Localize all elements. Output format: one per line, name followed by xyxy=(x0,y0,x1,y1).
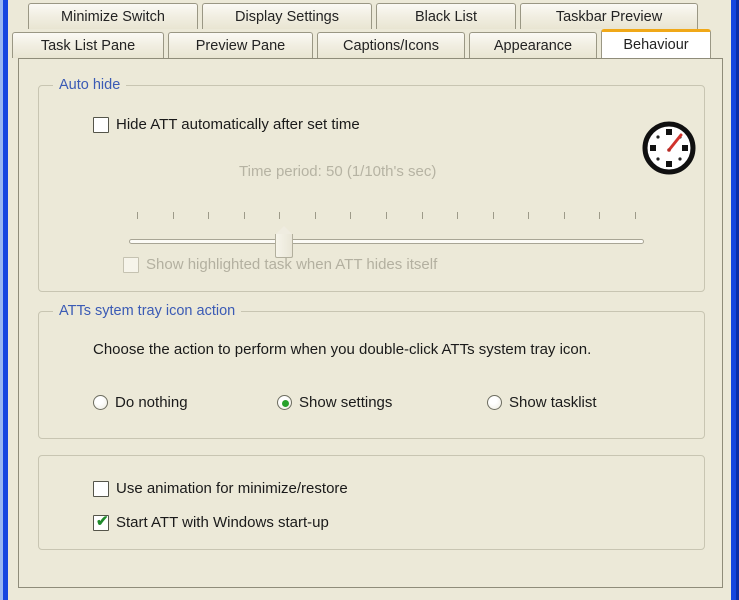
slider-track[interactable] xyxy=(129,239,644,244)
radio-show-settings[interactable]: Show settings xyxy=(277,394,392,411)
checkbox-show-highlighted-task[interactable]: Show highlighted task when ATT hides its… xyxy=(123,256,437,273)
slider-tick xyxy=(208,212,209,219)
tab-label: Task List Pane xyxy=(40,37,136,54)
tab-task-list-pane[interactable]: Task List Pane xyxy=(12,32,164,58)
slider-tick xyxy=(137,212,138,219)
slider-tick xyxy=(635,212,636,219)
radio-show-tasklist[interactable]: Show tasklist xyxy=(487,394,597,411)
stopwatch-icon xyxy=(641,120,697,176)
group-auto-hide: Auto hide Hide ATT automatically after s… xyxy=(38,77,705,292)
client-area: Minimize Switch Display Settings Black L… xyxy=(8,0,731,600)
slider-tick xyxy=(386,212,387,219)
tab-label: Taskbar Preview xyxy=(555,8,663,25)
checkbox-start-with-windows[interactable]: ✔ Start ATT with Windows start-up xyxy=(93,514,329,531)
group-tray-icon-action-title: ATTs sytem tray icon action xyxy=(53,303,242,319)
tab-label: Appearance xyxy=(493,37,573,54)
group-tray-icon-action: ATTs sytem tray icon action Choose the a… xyxy=(38,303,705,439)
slider-tick xyxy=(564,212,565,219)
tab-minimize-switch[interactable]: Minimize Switch xyxy=(28,3,198,29)
checkbox-box xyxy=(93,480,109,497)
slider-tick xyxy=(422,212,423,219)
slider-tick xyxy=(457,212,458,219)
group-auto-hide-title: Auto hide xyxy=(53,77,127,93)
checkbox-label: Show highlighted task when ATT hides its… xyxy=(146,256,438,273)
slider-tick xyxy=(599,212,600,219)
tab-row-bottom: Task List Pane Preview Pane Captions/Ico… xyxy=(8,29,731,58)
checkmark-icon: ✔ xyxy=(96,512,109,530)
tab-label: Black List xyxy=(414,8,478,25)
slider-tick-marks xyxy=(137,212,636,221)
tab-taskbar-preview[interactable]: Taskbar Preview xyxy=(520,3,698,29)
tab-label: Display Settings xyxy=(235,8,339,25)
slider-tick xyxy=(315,212,316,219)
tab-label: Preview Pane xyxy=(195,37,286,54)
tab-strip: Minimize Switch Display Settings Black L… xyxy=(8,0,731,58)
window-frame: Minimize Switch Display Settings Black L… xyxy=(0,0,739,600)
tab-captions-icons[interactable]: Captions/Icons xyxy=(317,32,465,58)
checkbox-label: Hide ATT automatically after set time xyxy=(116,116,360,133)
slider-tick xyxy=(528,212,529,219)
tab-display-settings[interactable]: Display Settings xyxy=(202,3,372,29)
slider-tick xyxy=(244,212,245,219)
checkbox-label: Use animation for minimize/restore xyxy=(116,480,348,497)
radio-do-nothing[interactable]: Do nothing xyxy=(93,394,188,411)
checkbox-use-animation[interactable]: Use animation for minimize/restore xyxy=(93,480,348,497)
slider-thumb[interactable] xyxy=(275,226,293,258)
checkbox-hide-att-automatically[interactable]: Hide ATT automatically after set time xyxy=(93,116,360,133)
tab-black-list[interactable]: Black List xyxy=(376,3,516,29)
tab-appearance[interactable]: Appearance xyxy=(469,32,597,58)
radio-label: Do nothing xyxy=(115,394,188,411)
slider-tick xyxy=(350,212,351,219)
tab-label: Behaviour xyxy=(623,37,689,53)
radio-circle xyxy=(487,395,502,410)
radio-circle xyxy=(93,395,108,410)
checkbox-box: ✔ xyxy=(93,512,109,531)
slider-tick xyxy=(493,212,494,219)
checkbox-box xyxy=(123,256,139,273)
tab-label: Minimize Switch xyxy=(61,8,165,25)
checkbox-box xyxy=(93,116,109,133)
tab-row-top: Minimize Switch Display Settings Black L… xyxy=(8,0,731,29)
time-period-label: Time period: 50 (1/10th's sec) xyxy=(239,163,437,180)
tab-preview-pane[interactable]: Preview Pane xyxy=(168,32,313,58)
tab-behaviour[interactable]: Behaviour xyxy=(601,29,711,58)
slider-tick xyxy=(173,212,174,219)
radio-circle xyxy=(277,395,292,410)
group-misc-options: Use animation for minimize/restore ✔ Sta… xyxy=(38,455,705,550)
tray-action-description: Choose the action to perform when you do… xyxy=(93,341,592,358)
radio-label: Show settings xyxy=(299,394,393,411)
checkbox-label: Start ATT with Windows start-up xyxy=(116,514,329,531)
radio-label: Show tasklist xyxy=(509,394,597,411)
slider-tick xyxy=(279,212,280,219)
tab-content-panel: Auto hide Hide ATT automatically after s… xyxy=(18,58,723,588)
tab-label: Captions/Icons xyxy=(343,37,439,54)
